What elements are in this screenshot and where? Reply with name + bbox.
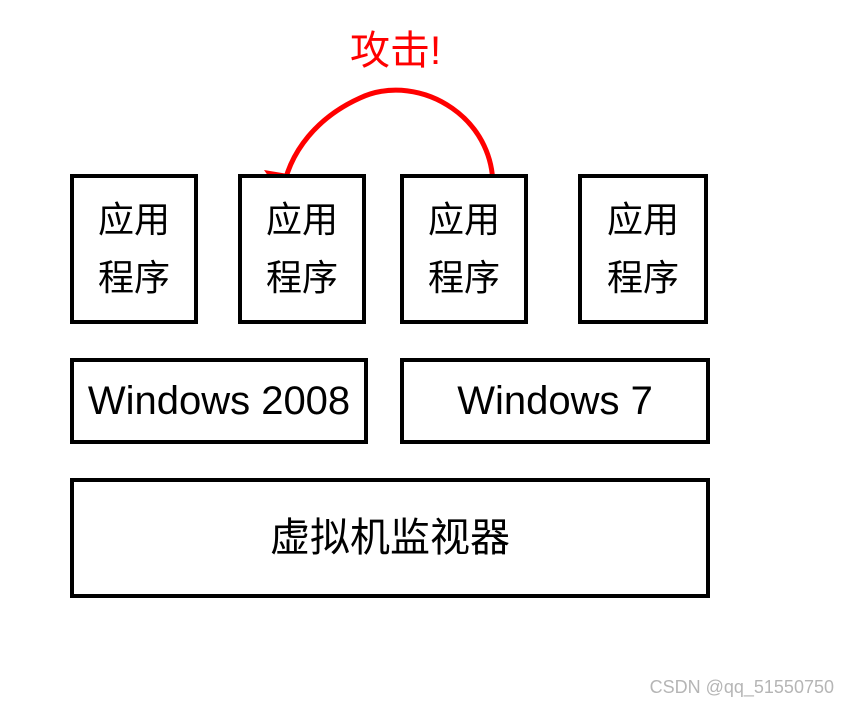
os-box-right: Windows 7	[400, 358, 710, 444]
app-line1: 应用	[266, 191, 338, 249]
os-label: Windows 2008	[88, 381, 350, 421]
app-line1: 应用	[98, 191, 170, 249]
hypervisor-box: 虚拟机监视器	[70, 478, 710, 598]
app-line2: 程序	[607, 249, 679, 307]
app-line2: 程序	[428, 249, 500, 307]
app-box-1: 应用 程序	[70, 174, 198, 324]
os-label: Windows 7	[457, 381, 653, 421]
app-line1: 应用	[428, 191, 500, 249]
app-line2: 程序	[98, 249, 170, 307]
app-box-2: 应用 程序	[238, 174, 366, 324]
os-box-left: Windows 2008	[70, 358, 368, 444]
app-line2: 程序	[266, 249, 338, 307]
hypervisor-label: 虚拟机监视器	[270, 518, 510, 558]
attack-arrow	[0, 0, 850, 710]
app-box-4: 应用 程序	[578, 174, 708, 324]
app-box-3: 应用 程序	[400, 174, 528, 324]
watermark: CSDN @qq_51550750	[650, 677, 834, 698]
app-line1: 应用	[607, 191, 679, 249]
diagram-canvas: 攻击! 应用 程序 应用 程序 应用 程序 应用 程序 Windows 2008…	[0, 0, 850, 710]
attack-label: 攻击!	[350, 18, 441, 76]
